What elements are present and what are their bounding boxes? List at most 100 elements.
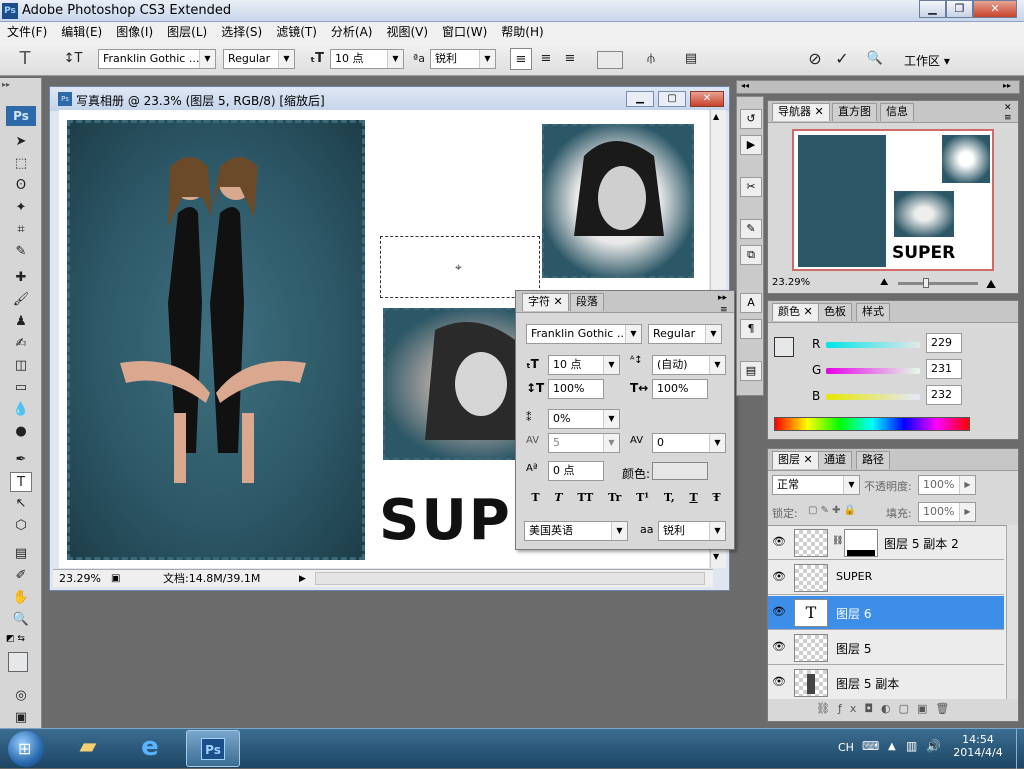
tray-clock[interactable]: 14:54 2014/4/4	[948, 733, 1008, 759]
char-font-family-select[interactable]: Franklin Gothic ... ▼	[526, 324, 642, 344]
collapse-dock-icon[interactable]: ◂◂	[741, 81, 749, 90]
strikethrough-button[interactable]: Ŧ	[712, 491, 720, 504]
bridge-icon[interactable]: 🔍	[864, 48, 886, 70]
doc-maximize-button[interactable]: ▢	[658, 91, 686, 107]
expand-dock-icon[interactable]: ▸▸	[1003, 81, 1011, 90]
paragraph-panel-icon[interactable]: ¶	[740, 319, 762, 339]
document-horizontal-scrollbar[interactable]	[315, 572, 705, 585]
toggle-orientation-icon[interactable]: ↕T	[62, 48, 84, 70]
tool-presets-panel-icon[interactable]: ✂	[740, 177, 762, 197]
navigator-zoom[interactable]: 23.29%	[772, 277, 810, 288]
start-button[interactable]: ⊞	[8, 731, 44, 767]
scroll-down-icon[interactable]: ▼	[713, 552, 719, 561]
photo-portrait-top-right[interactable]	[542, 124, 694, 278]
layer-row-selected[interactable]: 👁 T 图层 6	[768, 596, 1004, 630]
menu-edit[interactable]: 编辑(E)	[54, 22, 109, 42]
faux-bold-button[interactable]: T	[531, 491, 539, 504]
close-button[interactable]: ✕	[973, 0, 1017, 18]
char-language-select[interactable]: 美国英语 ▼	[524, 521, 628, 541]
underline-button[interactable]: T	[689, 491, 697, 504]
navigator-zoom-slider[interactable]	[898, 282, 978, 285]
zoom-slider-handle[interactable]	[923, 278, 929, 288]
layer-comps-panel-icon[interactable]: ▤	[740, 361, 762, 381]
tab-layers[interactable]: 图层 ✕	[772, 451, 819, 469]
tray-volume-icon[interactable]: 🔊	[926, 739, 941, 753]
antialias-select[interactable]: 锐利 ▼	[430, 49, 496, 69]
char-kerning-select[interactable]: 5 ▼	[548, 433, 620, 453]
scroll-up-icon[interactable]: ▲	[713, 112, 719, 121]
tray-expand-icon[interactable]: ▲	[888, 741, 896, 752]
tray-keyboard-icon[interactable]: ⌨	[862, 739, 879, 753]
tab-navigator[interactable]: 导航器 ✕	[772, 103, 830, 121]
clone-stamp-tool-icon[interactable]: ♟	[10, 312, 32, 332]
lasso-tool-icon[interactable]: ʘ	[10, 176, 32, 196]
canvas-super-text[interactable]: SUP	[379, 488, 512, 553]
fill-input[interactable]: 100% ▶	[918, 502, 976, 522]
document-title-bar[interactable]: Ps 写真相册 @ 23.3% (图层 5, RGB/8) [缩放后] ▁ ▢ …	[50, 87, 729, 111]
char-vertical-scale-input[interactable]: 100%	[548, 379, 604, 399]
default-colors-icon[interactable]: ◩ ⇆	[6, 634, 25, 644]
tab-paths[interactable]: 路径	[856, 451, 890, 469]
r-slider[interactable]	[826, 342, 920, 348]
blur-tool-icon[interactable]: 💧	[10, 400, 32, 420]
char-antialias-select[interactable]: 锐利 ▼	[658, 521, 726, 541]
history-panel-icon[interactable]: ↺	[740, 109, 762, 129]
tab-styles[interactable]: 样式	[856, 303, 890, 321]
minimize-button[interactable]: ▁	[919, 0, 946, 18]
layer-row[interactable]: 👁 图层 5 副本	[768, 666, 1004, 699]
warp-text-icon[interactable]: ⫛	[640, 48, 662, 70]
menu-view[interactable]: 视图(V)	[379, 22, 435, 42]
zoom-tool-icon[interactable]: 🔍	[10, 610, 32, 630]
maximize-button[interactable]: ❐	[946, 0, 973, 18]
zoom-out-icon[interactable]: ⛰	[880, 277, 888, 288]
mask-link-icon[interactable]: ⛓	[832, 536, 843, 546]
eyedropper-tool-icon[interactable]: ✐	[10, 566, 32, 586]
status-arrow-icon[interactable]: ▶	[299, 571, 306, 587]
commit-edits-icon[interactable]: ✓	[831, 48, 853, 70]
file-explorer-icon[interactable]: ▰	[70, 734, 106, 764]
tab-character[interactable]: 字符 ✕	[522, 293, 569, 311]
quick-mask-icon[interactable]: ◎	[10, 686, 32, 706]
marquee-tool-icon[interactable]: ⬚	[10, 154, 32, 174]
tab-channels[interactable]: 通道	[818, 451, 852, 469]
gradient-tool-icon[interactable]: ▭	[10, 378, 32, 398]
pen-tool-icon[interactable]: ✒	[10, 450, 32, 470]
tab-info[interactable]: 信息	[880, 103, 914, 121]
foreground-color-swatch[interactable]	[8, 652, 28, 672]
opacity-input[interactable]: 100% ▶	[918, 475, 976, 495]
taskbar-photoshop-button[interactable]: Ps	[186, 730, 240, 767]
internet-explorer-icon[interactable]: e	[132, 732, 168, 764]
subscript-button[interactable]: T,	[664, 491, 675, 504]
notes-tool-icon[interactable]: ▤	[10, 544, 32, 564]
magic-wand-tool-icon[interactable]: ✦	[10, 198, 32, 218]
color-spectrum-bar[interactable]	[774, 417, 970, 431]
all-caps-button[interactable]: TT	[577, 491, 593, 504]
dodge-tool-icon[interactable]: ●	[10, 422, 32, 442]
visibility-eye-icon[interactable]: 👁	[770, 605, 788, 618]
g-slider[interactable]	[826, 368, 920, 374]
character-panel-icon[interactable]: A	[740, 293, 762, 313]
layer-row[interactable]: 👁 ⛓ 图层 5 副本 2	[768, 526, 1004, 560]
doc-close-button[interactable]: ✕	[690, 91, 724, 107]
char-font-style-select[interactable]: Regular ▼	[648, 324, 722, 344]
small-caps-button[interactable]: Tr	[608, 491, 621, 504]
char-baseline-input[interactable]: 0 点	[548, 461, 604, 481]
cancel-edits-icon[interactable]: ⊘	[804, 48, 826, 70]
r-input[interactable]: 229	[926, 333, 962, 353]
b-input[interactable]: 232	[926, 385, 962, 405]
menu-layer[interactable]: 图层(L)	[160, 22, 214, 42]
input-language[interactable]: CH	[838, 741, 854, 754]
layers-scrollbar[interactable]	[1006, 525, 1018, 699]
b-slider[interactable]	[826, 394, 920, 400]
text-color-swatch[interactable]	[597, 51, 623, 69]
path-selection-tool-icon[interactable]: ↖	[10, 494, 32, 514]
crop-tool-icon[interactable]: ⌗	[10, 220, 32, 240]
char-leading-select[interactable]: (自动) ▼	[652, 355, 726, 375]
tab-color[interactable]: 颜色 ✕	[772, 303, 819, 321]
toggle-panels-icon[interactable]: ▤	[680, 48, 702, 70]
visibility-eye-icon[interactable]: 👁	[770, 570, 788, 583]
brushes-panel-icon[interactable]: ✎	[740, 219, 762, 239]
align-left-icon[interactable]: ≡	[510, 48, 532, 70]
panel-menu-icon[interactable]: ▸▸	[718, 293, 727, 303]
workspace-menu[interactable]: 工作区 ▾	[904, 52, 950, 69]
